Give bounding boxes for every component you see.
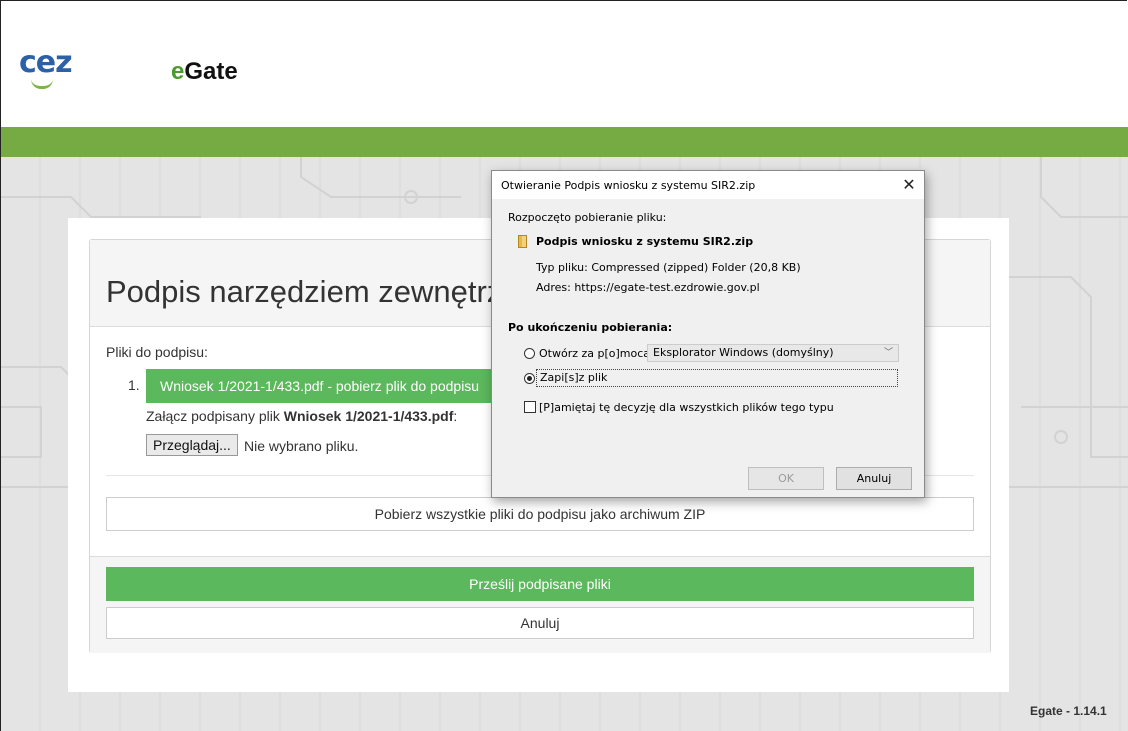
save-file-radio[interactable] bbox=[524, 373, 535, 384]
page-title: Podpis narzędziem zewnętrz bbox=[106, 274, 503, 309]
app-title: eGate bbox=[171, 58, 238, 86]
open-with-selected-value: Eksplorator Windows (domyślny) bbox=[653, 346, 834, 359]
chevron-down-icon: ﹀ bbox=[883, 348, 893, 358]
download-started-label: Rozpoczęto pobieranie pliku: bbox=[508, 211, 667, 224]
logo-text: cez bbox=[19, 45, 73, 80]
brand-bar bbox=[1, 127, 1128, 157]
remember-label[interactable]: [P]amiętaj tę decyzję dla wszystkich pli… bbox=[539, 401, 834, 414]
file-type-row: Typ pliku: Compressed (zipped) Folder (2… bbox=[536, 261, 801, 274]
browse-button[interactable]: Przeglądaj... bbox=[146, 434, 238, 456]
download-file-link[interactable]: Wniosek 1/2021-1/433.pdf - pobierz plik … bbox=[146, 369, 496, 403]
attach-suffix: : bbox=[453, 408, 458, 424]
open-with-label[interactable]: Otwórz za p[o]mocą bbox=[539, 347, 650, 360]
file-number: 1. bbox=[128, 377, 140, 393]
version-label: Egate - 1.14.1 bbox=[1030, 704, 1107, 718]
remember-checkbox[interactable] bbox=[524, 401, 536, 413]
zip-file-icon bbox=[518, 235, 527, 248]
close-icon[interactable]: ✕ bbox=[896, 174, 922, 196]
download-file-name: Podpis wniosku z systemu SIR2.zip bbox=[536, 235, 754, 248]
address-value: https://egate-test.ezdrowie.gov.pl bbox=[574, 281, 760, 294]
app-title-prefix: e bbox=[171, 58, 185, 85]
attach-label: Załącz podpisany plik Wniosek 1/2021-1/4… bbox=[146, 408, 457, 424]
save-file-label[interactable]: Zapi[s]z plik bbox=[536, 369, 898, 387]
no-file-label: Nie wybrano pliku. bbox=[244, 438, 359, 454]
app-title-rest: Gate bbox=[184, 58, 238, 85]
cancel-button[interactable]: Anuluj bbox=[106, 607, 974, 639]
panel-footer: Prześlij podpisane pliki Anuluj bbox=[90, 556, 990, 653]
dialog-cancel-button[interactable]: Anuluj bbox=[836, 467, 912, 490]
file-type-label: Typ pliku: bbox=[536, 261, 588, 274]
address-label: Adres: bbox=[536, 281, 571, 294]
send-signed-files-button[interactable]: Prześlij podpisane pliki bbox=[106, 567, 974, 601]
logo-smile-icon bbox=[31, 79, 53, 89]
download-dialog: Otwieranie Podpis wniosku z systemu SIR2… bbox=[491, 170, 925, 498]
download-zip-button[interactable]: Pobierz wszystkie pliki do podpisu jako … bbox=[106, 497, 974, 531]
files-label: Pliki do podpisu: bbox=[106, 344, 208, 360]
attach-file-name: Wniosek 1/2021-1/433.pdf bbox=[283, 408, 454, 424]
attach-prefix: Załącz podpisany plik bbox=[146, 408, 284, 424]
dialog-titlebar[interactable]: Otwieranie Podpis wniosku z systemu SIR2… bbox=[492, 171, 924, 199]
page-header: cez eGate bbox=[1, 1, 1128, 127]
open-with-select[interactable]: Eksplorator Windows (domyślny) ﹀ bbox=[647, 344, 899, 362]
open-with-radio[interactable] bbox=[524, 348, 535, 359]
ok-button[interactable]: OK bbox=[748, 467, 824, 490]
after-download-label: Po ukończeniu pobierania: bbox=[508, 321, 673, 334]
dialog-title: Otwieranie Podpis wniosku z systemu SIR2… bbox=[501, 179, 756, 192]
address-row: Adres: https://egate-test.ezdrowie.gov.p… bbox=[536, 281, 760, 294]
file-type-value: Compressed (zipped) Folder (20,8 KB) bbox=[591, 261, 801, 274]
cez-logo: cez bbox=[19, 45, 73, 89]
